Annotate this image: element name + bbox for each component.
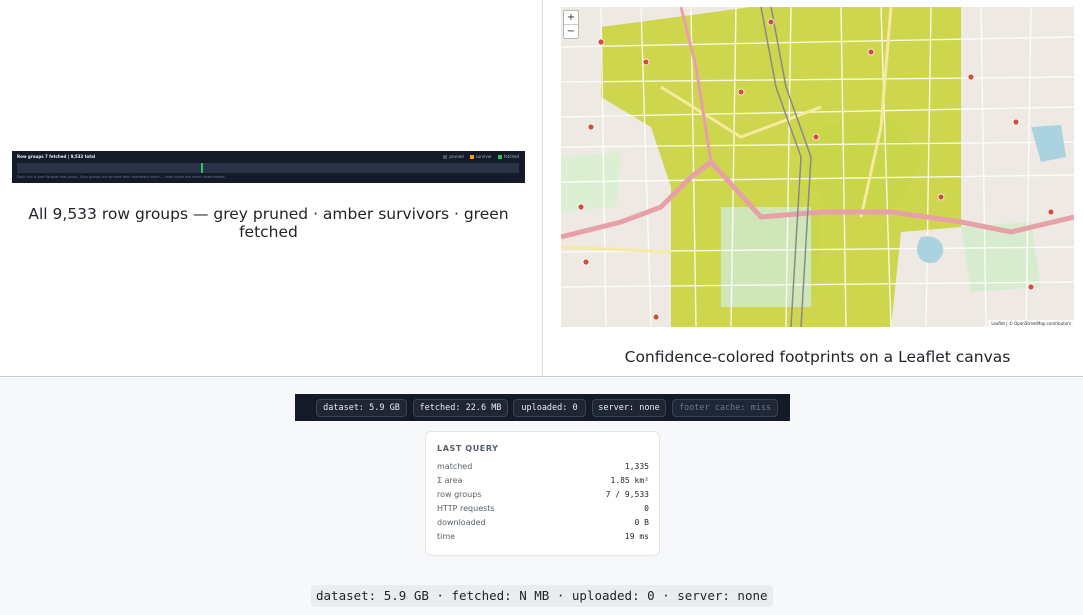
row-group-grid	[17, 163, 519, 173]
query-row-downloaded: downloaded 0 B	[437, 518, 649, 532]
dataset-pill: dataset: 5.9 GB	[316, 399, 407, 417]
status-bar: dataset: 5.9 GB fetched: 22.6 MB uploade…	[295, 394, 790, 421]
row-group-caption: All 9,533 row groups — grey pruned · amb…	[28, 205, 509, 241]
last-query-card: LAST QUERY matched 1,335 Σ area 1.85 km²…	[425, 431, 660, 556]
query-key: time	[437, 532, 456, 541]
query-row-http-requests: HTTP requests 0	[437, 504, 649, 518]
query-row-area: Σ area 1.85 km²	[437, 476, 649, 490]
server-pill: server: none	[592, 399, 666, 417]
query-key: row groups	[437, 490, 482, 499]
map-canvas[interactable]: + − Leaflet | © OpenStreetMap contributo…	[561, 7, 1074, 327]
zoom-control: + −	[563, 10, 579, 39]
summary-code: dataset: 5.9 GB · fetched: N MB · upload…	[311, 585, 773, 607]
zoom-out-button[interactable]: −	[564, 24, 578, 38]
query-value: 0	[644, 504, 649, 513]
query-key: Σ area	[437, 476, 463, 485]
query-row-row-groups: row groups 7 / 9,533	[437, 490, 649, 504]
legend-label: pruned	[449, 154, 464, 159]
uploaded-pill: uploaded: 0	[513, 399, 586, 417]
query-row-matched: matched 1,335	[437, 462, 649, 476]
row-group-strip: Row groups 7 fetched | 9,533 total prune…	[12, 151, 525, 183]
query-row-time: time 19 ms	[437, 532, 649, 546]
query-value: 7 / 9,533	[605, 490, 649, 499]
query-key: matched	[437, 462, 473, 471]
row-group-title: Row groups 7 fetched | 9,533 total	[17, 154, 96, 159]
legend-pruned: pruned	[443, 154, 464, 159]
query-value: 19 ms	[624, 532, 649, 541]
map-tiles	[561, 7, 1074, 327]
zoom-in-button[interactable]: +	[564, 11, 578, 24]
row-group-legend: pruned survivor fetched	[443, 154, 519, 159]
legend-label: fetched	[503, 154, 519, 159]
footer-cache-pill: footer cache: miss	[672, 399, 778, 417]
query-key: downloaded	[437, 518, 486, 527]
query-value: 1,335	[624, 462, 649, 471]
row-group-fetched-mark	[202, 163, 203, 173]
last-query-title: LAST QUERY	[437, 444, 499, 453]
query-key: HTTP requests	[437, 504, 495, 513]
legend-swatch-pruned	[443, 154, 448, 159]
legend-survivor: survivor	[469, 154, 492, 159]
legend-swatch-fetched	[497, 154, 502, 159]
fetched-pill: fetched: 22.6 MB	[413, 399, 508, 417]
panel-divider-vertical	[542, 0, 543, 376]
legend-fetched: fetched	[497, 154, 519, 159]
query-value: 0 B	[634, 518, 649, 527]
query-value: 1.85 km²	[610, 476, 649, 485]
legend-swatch-survivor	[469, 154, 474, 159]
map-attribution[interactable]: Leaflet | © OpenStreetMap contributors	[988, 320, 1074, 327]
legend-label: survivor	[475, 154, 492, 159]
map-caption: Confidence-colored footprints on a Leafl…	[624, 348, 1011, 366]
row-group-note: Each cell is one Parquet row group. Grey…	[17, 175, 226, 179]
